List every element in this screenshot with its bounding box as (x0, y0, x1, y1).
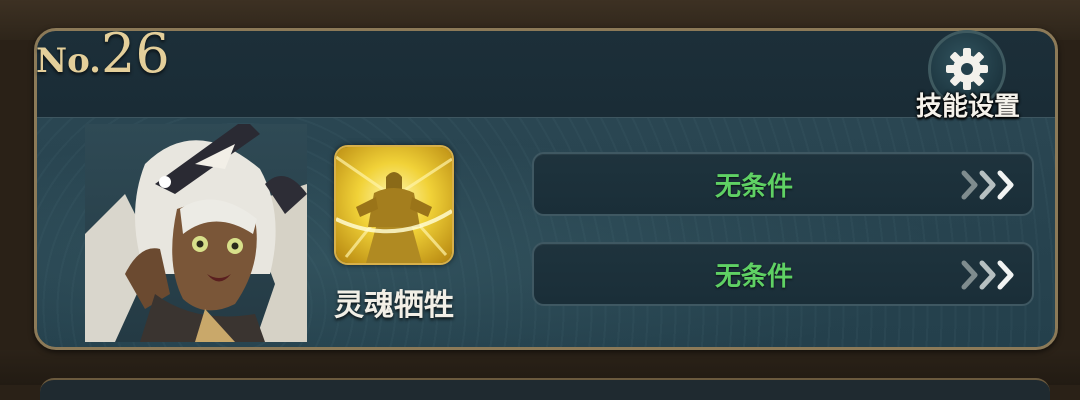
skill-settings-label[interactable]: 技能设置 (898, 86, 1038, 123)
condition-label: 无条件 (714, 171, 793, 202)
slot-number: No.26 (36, 22, 170, 85)
skill-name: 灵魂牺牲 (334, 288, 454, 323)
slot-number-value: 26 (101, 22, 170, 85)
slot-number-prefix: No. (36, 41, 101, 81)
triple-chevron-right-icon (961, 260, 1014, 290)
triple-chevron-right-icon (961, 170, 1014, 200)
condition-row-2[interactable]: 无条件 (532, 242, 1034, 306)
condition-label: 无条件 (714, 261, 793, 292)
character-portrait[interactable] (85, 124, 307, 342)
white-haired-girl-portrait (85, 124, 307, 342)
golden-warrior-skill-icon (336, 147, 452, 263)
next-card-edge (40, 378, 1050, 400)
condition-row-1[interactable]: 无条件 (532, 152, 1034, 216)
skill-icon[interactable] (334, 145, 454, 265)
